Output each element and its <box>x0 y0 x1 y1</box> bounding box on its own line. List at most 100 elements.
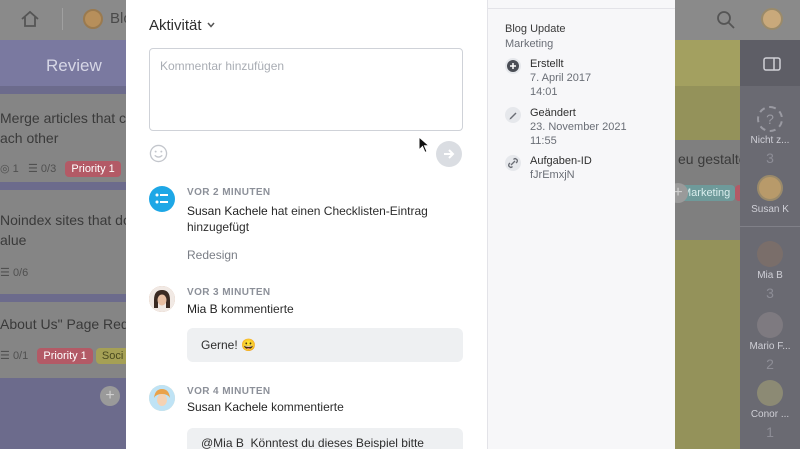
person-name: Susan K <box>751 204 789 215</box>
topbar-divider <box>62 8 63 30</box>
activity-text: Mia B kommentierte <box>187 300 294 318</box>
activity-action: kommentierte <box>267 400 344 414</box>
avatar <box>757 312 783 338</box>
created-label: Erstellt <box>530 58 564 70</box>
person-name: Mia B <box>757 270 783 281</box>
board-card[interactable]: Merge articles that ca ach other ◎ 1 ☰ 0… <box>0 94 134 182</box>
sidebar-toggle[interactable] <box>740 40 800 86</box>
board-card[interactable]: About Us" Page Red ☰ 0/1 Priority 1 Soci <box>0 302 130 378</box>
plus-circle-icon <box>505 58 521 74</box>
board-card[interactable]: Noindex sites that do alue ☰ 0/6 <box>0 190 131 294</box>
next-column: eu gestalte Marketing + <box>668 40 747 449</box>
avatar <box>149 286 175 312</box>
changed-info: Geändert 23. November 2021 11:55 <box>505 107 665 151</box>
panel-divider <box>488 8 675 9</box>
person-name: Conor ... <box>750 409 790 420</box>
priority-chip: Priority 1 <box>65 161 121 177</box>
unassigned-icon: ? <box>757 106 783 132</box>
mouse-cursor-icon <box>418 136 430 154</box>
emoji-icon[interactable] <box>149 144 168 163</box>
sidebar-person[interactable]: Conor ... 1 <box>740 380 800 440</box>
activity-text: Susan Kachele kommentierte <box>187 398 344 416</box>
card-title-line: About Us" Page Red <box>0 316 129 332</box>
mention[interactable]: @Mia B <box>201 436 244 449</box>
activity-action: kommentierte <box>217 302 294 316</box>
checklist-count: 0/1 <box>12 350 29 362</box>
review-column: Review Merge articles that ca ach other … <box>0 40 134 449</box>
checklist-count: 0/6 <box>12 267 29 279</box>
card-meta: ◎ 1 ☰ 0/3 Priority 1 <box>0 161 121 177</box>
people-sidebar: ? Nicht z... 3 Susan K Mia B 3 Mario F..… <box>740 40 800 449</box>
arrow-right-icon <box>444 149 455 159</box>
project-avatar[interactable] <box>83 9 103 29</box>
card-meta: ☰ 0/1 Priority 1 Soci <box>0 348 130 364</box>
created-date: 7. April 2017 <box>530 72 592 84</box>
card-meta: ☰ 0/6 <box>0 266 28 279</box>
comment-count-icon: ◎ <box>0 163 10 175</box>
add-card-button[interactable]: + <box>100 386 120 406</box>
send-comment-button[interactable] <box>436 141 462 167</box>
created-info: Erstellt 7. April 2017 14:01 <box>505 58 665 102</box>
activity-entry: VOR 4 MINUTEN Susan Kachele kommentierte <box>126 385 487 425</box>
card-title-line: alue <box>0 232 27 248</box>
checklist-icon <box>149 186 175 212</box>
person-name: Mario F... <box>749 341 791 352</box>
person-count: 3 <box>766 150 774 166</box>
column-header <box>675 40 740 86</box>
card-title-line: Noindex sites that do <box>0 212 131 228</box>
person-count: 1 <box>766 424 774 440</box>
activity-time: VOR 3 MINUTEN <box>187 287 271 298</box>
changed-time: 11:55 <box>530 135 557 147</box>
home-icon[interactable] <box>20 9 40 29</box>
avatar <box>757 380 783 406</box>
comment-text: Könntest du dieses Beispiel bitte <box>250 436 424 449</box>
priority-chip: Priority 1 <box>37 348 93 364</box>
user-avatar[interactable] <box>761 8 783 30</box>
chevron-down-icon[interactable] <box>207 22 215 28</box>
task-details-panel: Blog Update Marketing Erstellt 7. April … <box>487 0 675 449</box>
task-title: Blog Update <box>505 23 566 35</box>
activity-entry: VOR 2 MINUTEN Susan Kachele hat einen Ch… <box>126 186 487 266</box>
comment-input[interactable]: Kommentar hinzufügen <box>149 48 463 131</box>
comment-bubble: Gerne! 😀 <box>187 328 463 362</box>
activity-user[interactable]: Susan Kachele <box>187 400 268 414</box>
pencil-icon <box>505 107 521 123</box>
task-detail-modal: Aktivität Kommentar hinzufügen VOR 2 MIN… <box>126 0 675 449</box>
person-name: Nicht z... <box>750 135 790 146</box>
card-title-line: Merge articles that ca <box>0 110 134 126</box>
column-title: Review <box>0 40 126 86</box>
sidebar-divider <box>740 226 800 227</box>
task-list-name: Marketing <box>505 38 554 50</box>
activity-user[interactable]: Mia B <box>187 302 218 316</box>
avatar <box>757 241 783 267</box>
checklist-icon: ☰ <box>0 267 10 279</box>
changed-label: Geändert <box>530 107 576 119</box>
activity-panel: Aktivität Kommentar hinzufügen VOR 2 MIN… <box>126 0 487 449</box>
avatar <box>757 175 783 201</box>
sidebar-person[interactable]: ? Nicht z... 3 <box>740 106 800 166</box>
label-chip: Soci <box>95 348 130 364</box>
task-id-value[interactable]: fJrEmxjN <box>530 169 575 181</box>
task-id-info: Aufgaben-ID fJrEmxjN <box>505 155 665 185</box>
checklist-count: 0/3 <box>40 163 57 175</box>
activity-user[interactable]: Susan Kachele <box>187 204 268 218</box>
task-id-label: Aufgaben-ID <box>530 155 592 167</box>
card-title-line: eu gestalte <box>678 151 747 167</box>
activity-time: VOR 2 MINUTEN <box>187 187 271 198</box>
checklist-icon: ☰ <box>0 350 10 362</box>
avatar <box>149 385 175 411</box>
person-count: 2 <box>766 356 774 372</box>
card-title-line: ach other <box>0 130 59 146</box>
panel-icon <box>763 57 781 71</box>
changed-date: 23. November 2021 <box>530 121 627 133</box>
checklist-icon: ☰ <box>27 163 38 175</box>
comment-placeholder: Kommentar hinzufügen <box>160 59 285 73</box>
activity-filter-label[interactable]: Aktivität <box>149 17 202 34</box>
search-icon[interactable] <box>716 10 736 30</box>
sidebar-person[interactable]: Mia B 3 <box>740 241 800 301</box>
sidebar-person[interactable]: Mario F... 2 <box>740 312 800 372</box>
person-count: 3 <box>766 285 774 301</box>
sidebar-person[interactable]: Susan K <box>740 175 800 215</box>
activity-time: VOR 4 MINUTEN <box>187 386 271 397</box>
link-icon <box>505 155 521 171</box>
